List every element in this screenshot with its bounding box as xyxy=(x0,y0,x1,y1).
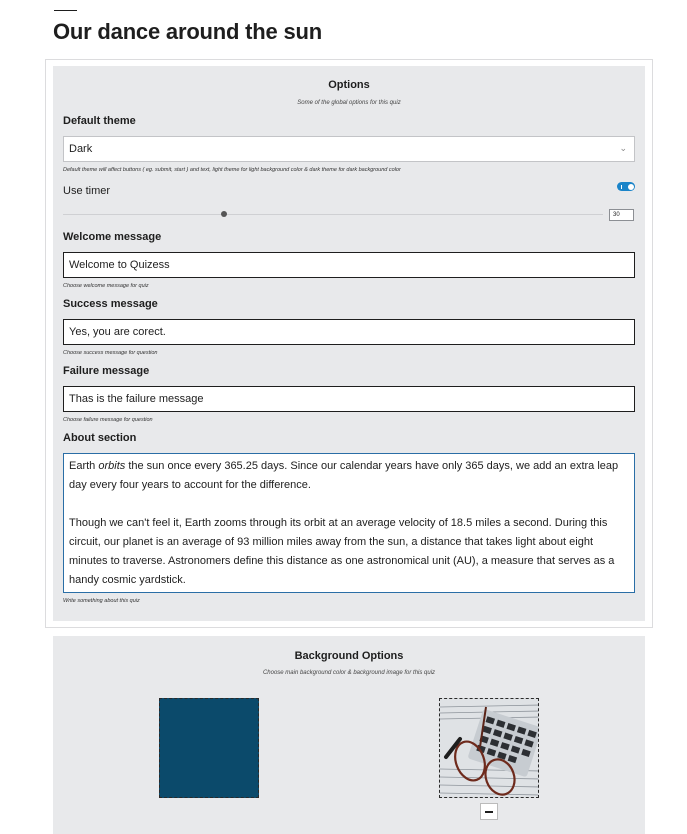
about-text-1-emphasis: orbits xyxy=(98,460,126,472)
remove-image-button[interactable] xyxy=(480,803,498,820)
welcome-message-input[interactable]: Welcome to Quizess xyxy=(63,252,635,278)
options-title: Options xyxy=(328,79,370,91)
failure-message-input[interactable]: Thas is the failure message xyxy=(63,386,635,412)
timer-label: Use timer xyxy=(63,185,111,197)
about-paragraph-2: Though we can't feel it, Earth zooms thr… xyxy=(69,517,615,586)
failure-help: Choose failure message for question xyxy=(63,417,153,423)
background-options-panel: Background Options Choose main backgroun… xyxy=(53,636,645,834)
background-options-subtitle: Choose main background color & backgroun… xyxy=(262,670,436,676)
about-text-1a: Earth xyxy=(69,460,99,472)
theme-select[interactable]: Dark ⌄ xyxy=(63,136,635,162)
background-color-swatch[interactable] xyxy=(159,698,259,798)
failure-label: Failure message xyxy=(63,365,150,377)
success-message-input[interactable]: Yes, you are corect. xyxy=(63,319,635,345)
timer-toggle[interactable] xyxy=(617,182,635,191)
page-title: Our dance around the sun xyxy=(53,19,323,44)
theme-selected-value: Dark xyxy=(69,143,93,155)
timer-slider[interactable] xyxy=(63,214,603,215)
welcome-help: Choose welcome message for quiz xyxy=(63,283,149,289)
success-help: Choose success message for question xyxy=(63,350,158,356)
minus-icon xyxy=(485,811,493,813)
theme-label: Default theme xyxy=(63,115,136,127)
about-text-1b: the sun once every 365.25 days. Since ou… xyxy=(69,460,619,491)
about-textarea[interactable]: Earth orbits the sun once every 365.25 d… xyxy=(63,453,635,593)
options-panel: Options Some of the global options for t… xyxy=(53,66,645,621)
theme-help: Default theme will affect buttons ( eg. … xyxy=(63,167,401,173)
toggle-knob xyxy=(627,183,634,190)
timer-value-input[interactable]: 30 xyxy=(609,209,634,221)
background-image-preview[interactable] xyxy=(439,698,539,798)
about-paragraph-1: Earth orbits the sun once every 365.25 d… xyxy=(69,457,629,495)
about-help: Write something about this quiz xyxy=(63,598,140,604)
background-image-photo xyxy=(440,699,538,797)
toggle-on-mark xyxy=(621,184,622,189)
welcome-label: Welcome message xyxy=(63,231,162,243)
about-label: About section xyxy=(63,432,137,444)
chevron-down-icon: ⌄ xyxy=(619,143,627,153)
timer-slider-handle[interactable] xyxy=(221,211,227,217)
success-label: Success message xyxy=(63,298,158,310)
background-options-title: Background Options xyxy=(294,650,404,662)
options-subtitle: Some of the global options for this quiz xyxy=(297,100,401,106)
title-rule xyxy=(54,10,77,11)
